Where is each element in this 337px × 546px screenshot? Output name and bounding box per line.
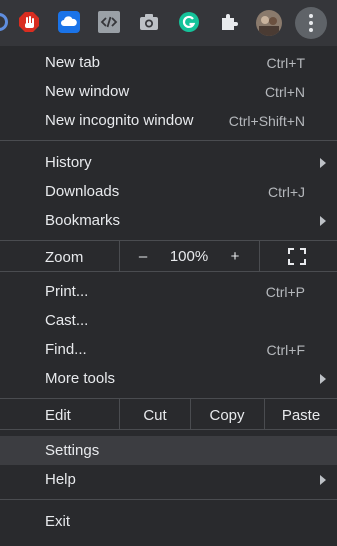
zoom-divider [259, 241, 260, 271]
more-options-button[interactable] [295, 7, 327, 39]
profile-avatar[interactable] [256, 10, 282, 36]
menu-item-new-window[interactable]: New window Ctrl+N [0, 77, 337, 106]
menu-item-label: Exit [45, 513, 71, 530]
menu-item-new-tab[interactable]: New tab Ctrl+T [0, 48, 337, 77]
menu-separator [0, 240, 337, 241]
menu-item-shortcut: Ctrl+T [266, 55, 306, 71]
browser-toolbar [0, 0, 337, 46]
menu-item-bookmarks[interactable]: Bookmarks [0, 206, 337, 235]
submenu-arrow-icon [320, 158, 326, 168]
chrome-main-menu: New tab Ctrl+T New window Ctrl+N New inc… [0, 46, 337, 546]
menu-item-label: Cast... [45, 312, 89, 329]
more-options-icon [309, 13, 313, 34]
menu-item-label: Help [45, 471, 76, 488]
menu-item-label: Bookmarks [45, 212, 121, 229]
edit-label: Edit [45, 407, 71, 424]
menu-separator [0, 499, 337, 500]
cut-button[interactable]: Cut [120, 407, 190, 424]
menu-item-label: New window [45, 83, 130, 100]
puzzle-icon[interactable] [218, 11, 240, 33]
camera-icon[interactable] [138, 11, 160, 33]
menu-item-shortcut: Ctrl+P [265, 284, 305, 300]
submenu-arrow-icon [320, 374, 326, 384]
menu-item-label: Print... [45, 283, 89, 300]
menu-separator [0, 140, 337, 141]
menu-separator [0, 398, 337, 399]
menu-separator [0, 271, 337, 272]
zoom-divider [119, 241, 120, 271]
paste-button[interactable]: Paste [265, 407, 337, 424]
menu-item-shortcut: Ctrl+F [266, 342, 306, 358]
zoom-out-button[interactable]: – [128, 248, 158, 265]
menu-item-label: More tools [45, 370, 116, 387]
fullscreen-icon[interactable] [288, 248, 306, 270]
menu-item-label: Find... [45, 341, 87, 358]
menu-item-label: New incognito window [45, 112, 194, 129]
menu-item-downloads[interactable]: Downloads Ctrl+J [0, 177, 337, 206]
menu-item-shortcut: Ctrl+J [268, 184, 305, 200]
menu-item-help[interactable]: Help [0, 465, 337, 494]
menu-item-exit[interactable]: Exit [0, 507, 337, 536]
menu-item-more-tools[interactable]: More tools [0, 364, 337, 393]
menu-item-cast[interactable]: Cast... [0, 306, 337, 335]
menu-item-shortcut: Ctrl+N [264, 84, 305, 100]
menu-item-print[interactable]: Print... Ctrl+P [0, 277, 337, 306]
menu-separator [0, 429, 337, 430]
zoom-label: Zoom [45, 249, 84, 266]
menu-item-label: History [45, 154, 92, 171]
partial-circle-icon[interactable] [0, 11, 10, 33]
submenu-arrow-icon [320, 475, 326, 485]
zoom-in-button[interactable]: + [220, 248, 250, 265]
menu-item-history[interactable]: History [0, 148, 337, 177]
menu-item-label: New tab [45, 54, 101, 71]
menu-item-find[interactable]: Find... Ctrl+F [0, 335, 337, 364]
copy-button[interactable]: Copy [191, 407, 263, 424]
submenu-arrow-icon [320, 216, 326, 226]
menu-item-label: Settings [45, 442, 100, 459]
menu-item-label: Downloads [45, 183, 120, 200]
menu-item-new-incognito-window[interactable]: New incognito window Ctrl+Shift+N [0, 106, 337, 135]
cloud-icon[interactable] [58, 11, 80, 33]
grammarly-icon[interactable] [178, 11, 200, 33]
menu-item-shortcut: Ctrl+Shift+N [228, 113, 305, 129]
adblock-hand-icon[interactable] [18, 11, 40, 33]
zoom-level-value: 100% [169, 248, 209, 265]
code-icon[interactable] [98, 11, 120, 33]
menu-item-settings[interactable]: Settings [0, 436, 337, 465]
